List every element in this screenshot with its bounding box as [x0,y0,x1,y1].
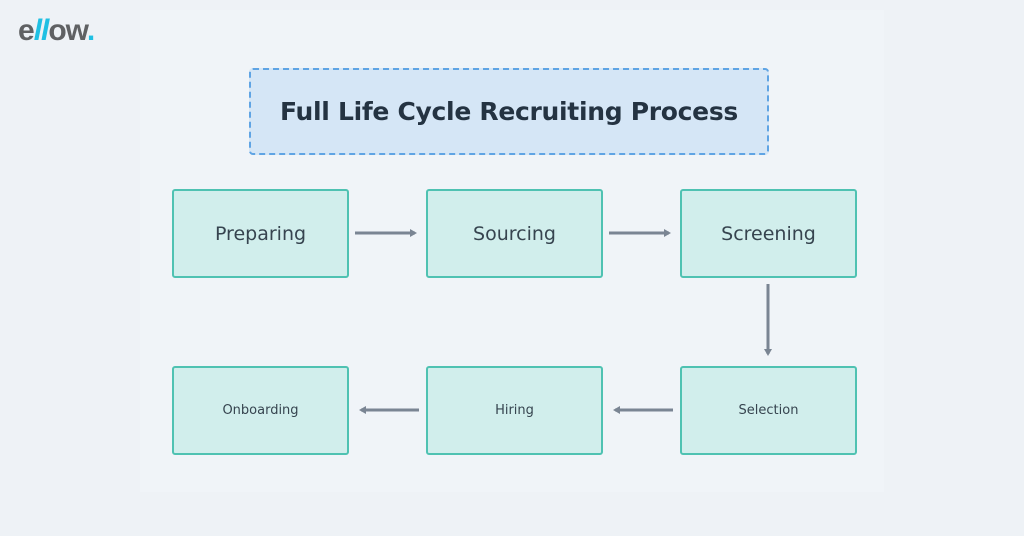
edges-layer [355,229,772,414]
